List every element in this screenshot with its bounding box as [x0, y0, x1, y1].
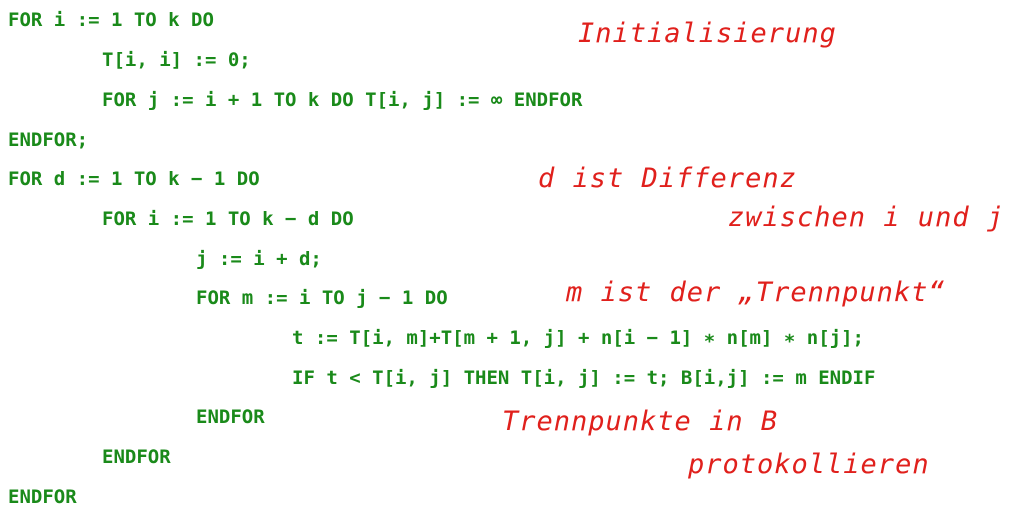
code-line-2: T[i, i] := 0;: [102, 49, 251, 71]
code-line-12: ENDFOR: [102, 446, 171, 468]
code-line-1: FOR i := 1 TO k DO: [8, 9, 214, 31]
code-line-9: t := T[i, m]+T[m + 1, j] + n[i − 1] ∗ n[…: [292, 327, 864, 349]
code-line-3: FOR j := i + 1 TO k DO T[i, j] := ∞ ENDF…: [102, 89, 583, 111]
annotation-initialisierung: Initialisierung: [578, 18, 837, 49]
annotation-protokoll-2: protokollieren: [688, 449, 930, 480]
annotation-differenz-2: zwischen i und j: [728, 202, 1005, 233]
code-line-10: IF t < T[i, j] THEN T[i, j] := t; B[i,j]…: [292, 367, 876, 389]
code-line-11: ENDFOR: [196, 406, 265, 428]
code-line-13: ENDFOR: [8, 486, 77, 508]
annotation-trennpunkt: m ist der „Trennpunkt“: [566, 277, 946, 308]
code-line-6: FOR i := 1 TO k − d DO: [102, 208, 354, 230]
code-line-5: FOR d := 1 TO k − 1 DO: [8, 168, 260, 190]
annotation-differenz-1: d ist Differenz: [538, 163, 797, 194]
code-line-7: j := i + d;: [196, 248, 322, 270]
code-line-4: ENDFOR;: [8, 129, 89, 151]
annotation-protokoll-1: Trennpunkte in B: [502, 406, 779, 437]
code-line-8: FOR m := i TO j − 1 DO: [196, 287, 448, 309]
